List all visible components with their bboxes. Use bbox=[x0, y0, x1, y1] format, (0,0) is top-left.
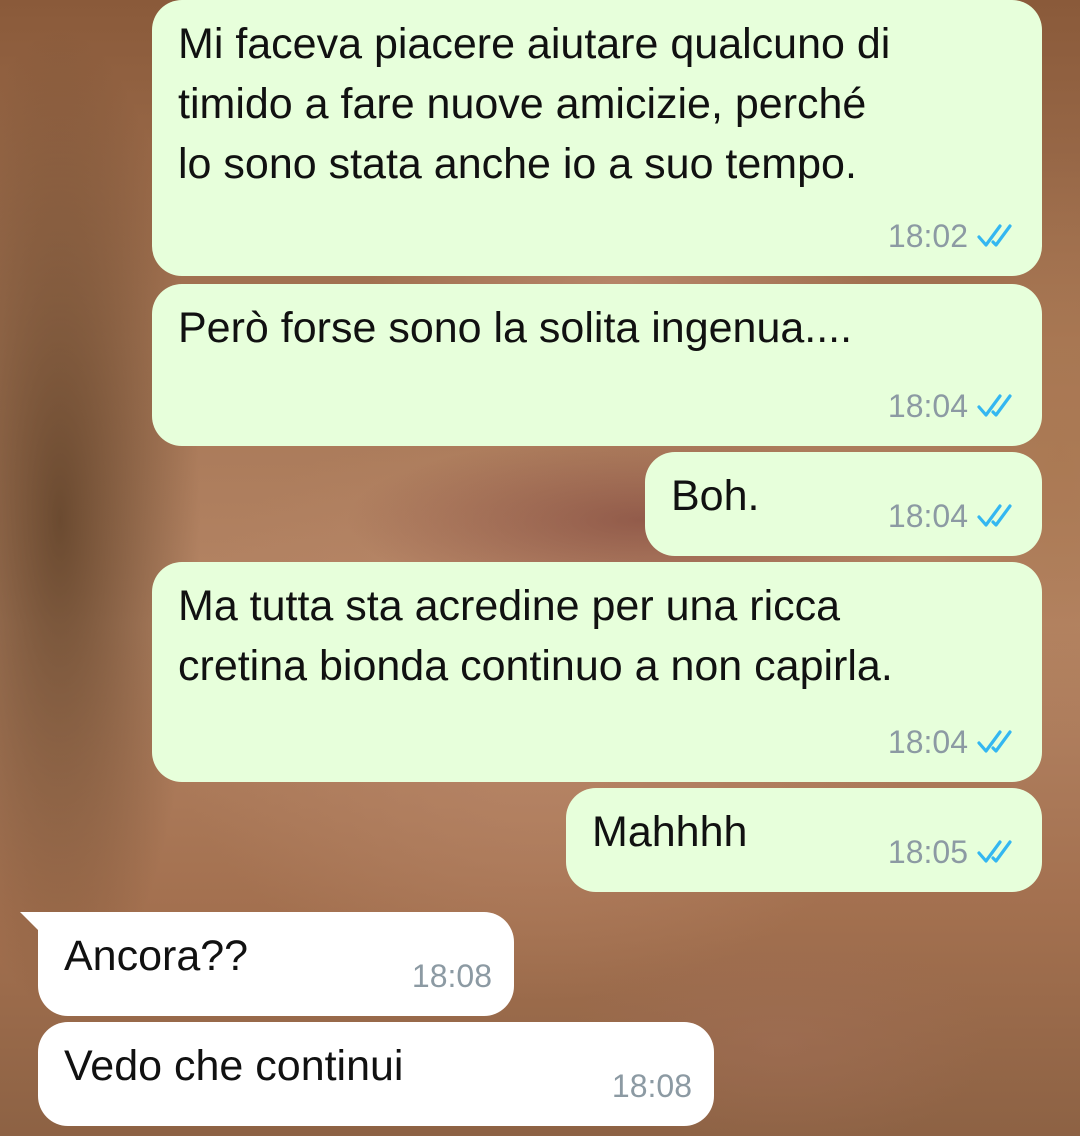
message-meta: 18:05 bbox=[888, 832, 1020, 872]
message-text: Boh. bbox=[671, 472, 760, 520]
double-check-icon bbox=[977, 504, 1012, 527]
message-bubble-outgoing[interactable]: Ma tutta sta acredine per una ricca cret… bbox=[152, 562, 1042, 782]
message-time: 18:08 bbox=[611, 1068, 692, 1104]
message-time: 18:04 bbox=[887, 498, 968, 534]
message-bubble-outgoing[interactable]: Però forse sono la solita ingenua.... 18… bbox=[152, 284, 1042, 446]
message-text: Mahhhh bbox=[592, 808, 748, 856]
double-check-icon bbox=[977, 840, 1012, 863]
double-check-icon bbox=[977, 394, 1012, 417]
message-time: 18:02 bbox=[887, 218, 968, 254]
message-time: 18:04 bbox=[887, 724, 968, 760]
message-bubble-outgoing[interactable]: Mi faceva piacere aiutare qualcuno di ti… bbox=[152, 0, 1042, 276]
message-bubble-outgoing[interactable]: Boh. 18:04 bbox=[645, 452, 1042, 556]
message-text: Però forse sono la solita ingenua.... bbox=[178, 304, 853, 352]
message-meta: 18:04 bbox=[888, 496, 1020, 536]
message-text: Vedo che continui bbox=[64, 1042, 404, 1090]
message-time: 18:08 bbox=[411, 958, 492, 994]
double-check-icon bbox=[977, 730, 1012, 753]
message-text: Ma tutta sta acredine per una ricca cret… bbox=[178, 582, 893, 690]
message-meta: 18:02 bbox=[888, 216, 1020, 256]
double-check-icon bbox=[977, 224, 1012, 247]
message-time: 18:04 bbox=[887, 388, 968, 424]
message-text: Mi faceva piacere aiutare qualcuno di ti… bbox=[178, 20, 891, 188]
message-bubble-outgoing[interactable]: Mahhhh 18:05 bbox=[566, 788, 1042, 892]
message-text: Ancora?? bbox=[64, 932, 249, 980]
message-bubble-incoming[interactable]: Ancora?? 18:08 bbox=[38, 912, 514, 1016]
message-time: 18:05 bbox=[887, 834, 968, 870]
message-bubble-incoming[interactable]: Vedo che continui 18:08 bbox=[38, 1022, 714, 1126]
message-meta: 18:08 bbox=[612, 1066, 692, 1106]
message-meta: 18:04 bbox=[888, 386, 1020, 426]
message-meta: 18:08 bbox=[412, 956, 492, 996]
message-meta: 18:04 bbox=[888, 722, 1020, 762]
